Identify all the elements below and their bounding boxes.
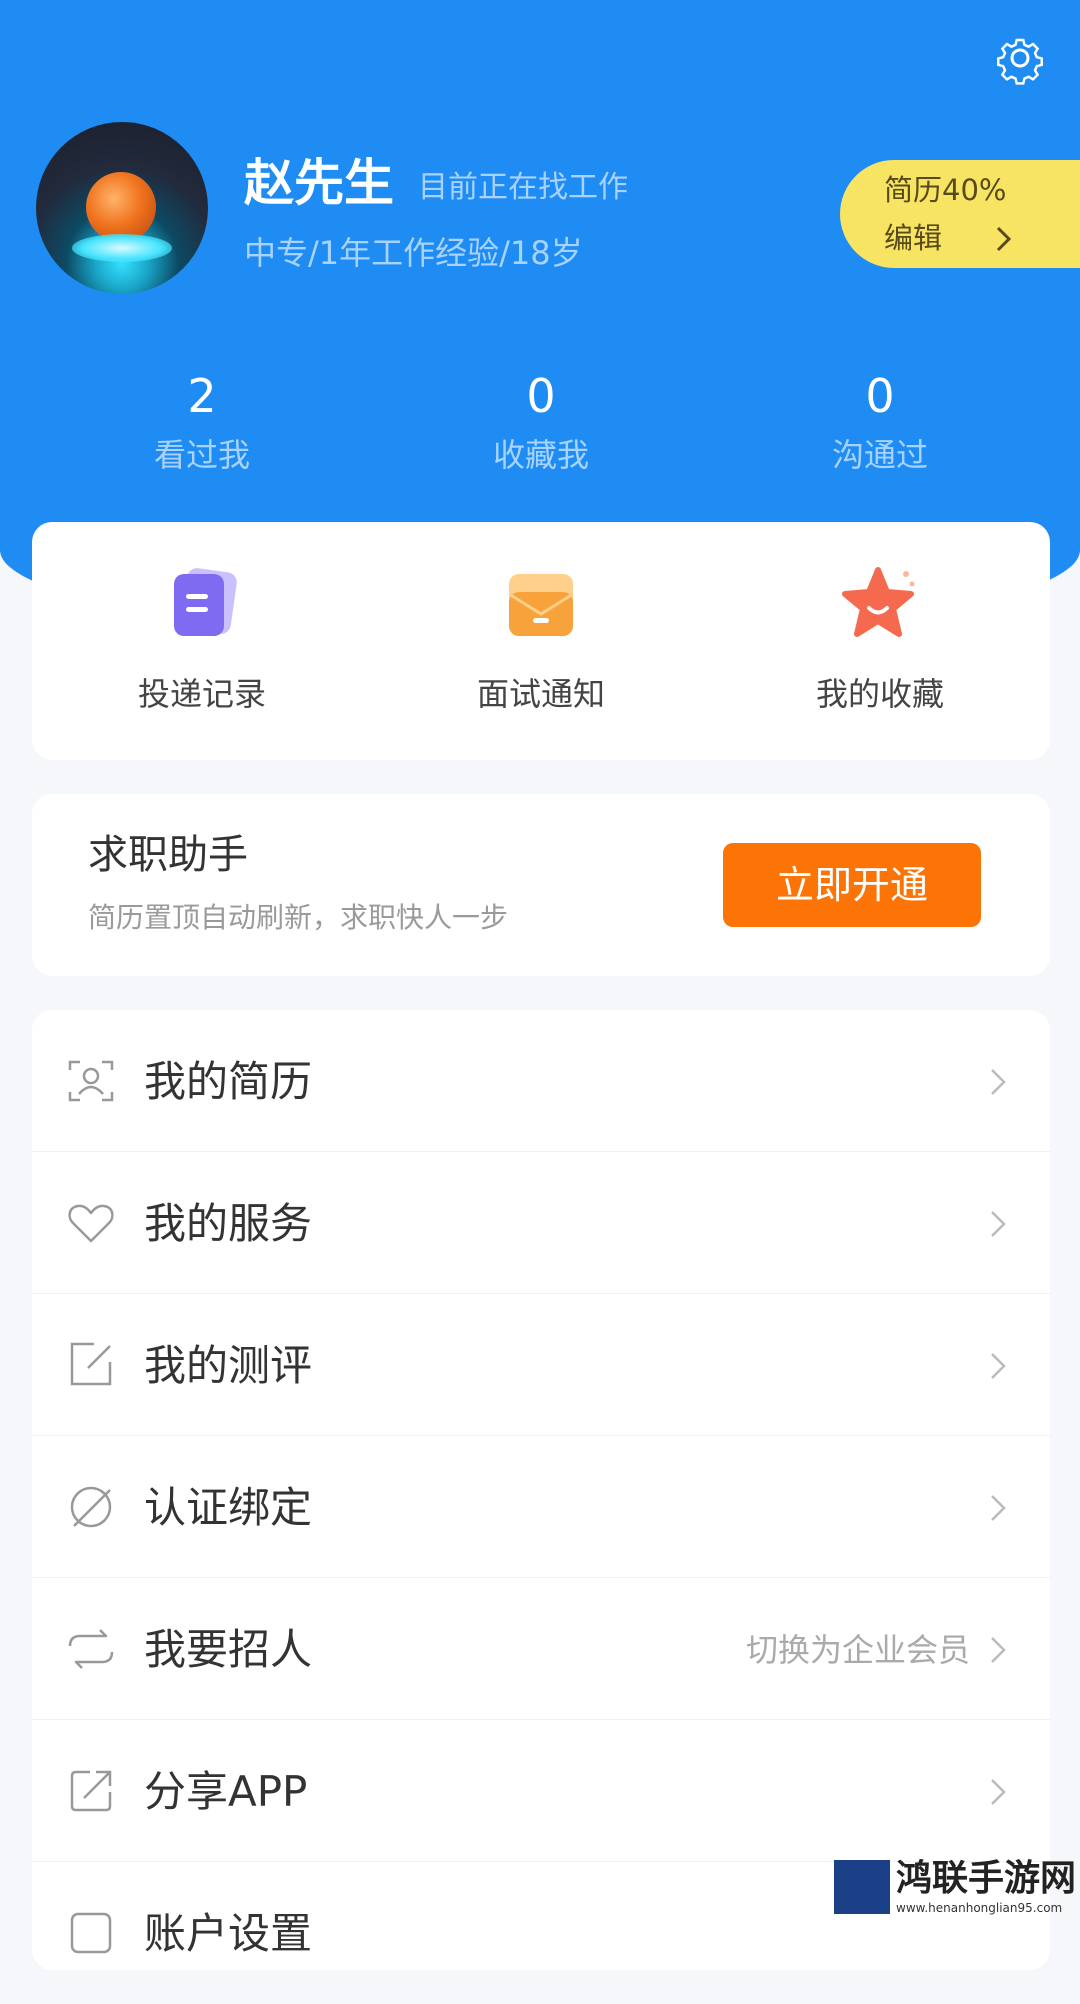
job-assistant-card: 求职助手 简历置顶自动刷新，求职快人一步 立即开通 xyxy=(32,794,1050,976)
chevron-right-icon xyxy=(996,226,1012,252)
quick-action-interview-notice[interactable]: 面试通知 xyxy=(401,522,681,760)
menu-item-value: 切换为企业会员 xyxy=(745,1631,970,1669)
stat-viewed-me[interactable]: 2 看过我 xyxy=(92,366,312,478)
resume-icon xyxy=(68,1060,114,1102)
menu-item-label: 我要招人 xyxy=(144,1625,313,1674)
quick-action-label: 我的收藏 xyxy=(815,675,944,713)
quick-actions-card: 投递记录 面试通知 我的收藏 xyxy=(32,522,1050,760)
user-name: 赵先生 xyxy=(244,154,394,212)
job-assistant-desc: 简历置顶自动刷新，求职快人一步 xyxy=(88,901,509,934)
watermark-url: www.henanhonglian95.com xyxy=(896,1901,1063,1915)
chevron-right-icon xyxy=(991,1211,1006,1237)
account-settings-icon xyxy=(70,1912,112,1954)
menu-item-label: 分享APP xyxy=(144,1767,308,1816)
menu-item-verification[interactable]: 认证绑定 xyxy=(32,1436,1050,1578)
share-icon xyxy=(70,1770,112,1812)
menu-item-my-services[interactable]: 我的服务 xyxy=(32,1152,1050,1294)
verify-icon xyxy=(70,1486,112,1528)
avatar[interactable] xyxy=(36,122,208,294)
resume-completion: 简历40% xyxy=(884,173,1007,207)
menu-item-label: 认证绑定 xyxy=(144,1483,313,1532)
chevron-right-icon xyxy=(991,1637,1006,1663)
menu-list: 我的简历 我的服务 我的测评 认证绑定 我要招人 切换为企业会员 分享APP 账… xyxy=(32,1010,1050,1970)
chevron-right-icon xyxy=(991,1495,1006,1521)
quick-action-label: 投递记录 xyxy=(137,675,266,713)
stat-value: 0 xyxy=(865,369,895,423)
stat-label: 沟通过 xyxy=(831,436,928,474)
avatar-photo-glow xyxy=(72,234,172,262)
chevron-right-icon xyxy=(991,1779,1006,1805)
stat-value: 0 xyxy=(526,369,556,423)
stat-contacted[interactable]: 0 沟通过 xyxy=(770,366,990,478)
quick-action-favorites[interactable]: 我的收藏 xyxy=(740,522,1020,760)
switch-icon xyxy=(68,1629,114,1669)
job-status: 目前正在找工作 xyxy=(418,170,628,205)
watermark-emblem xyxy=(834,1860,890,1914)
watermark-text: 鸿联手游网 xyxy=(896,1857,1077,1899)
menu-item-label: 我的简历 xyxy=(144,1057,313,1106)
chevron-right-icon xyxy=(991,1353,1006,1379)
settings-gear-icon[interactable] xyxy=(992,30,1048,86)
job-assistant-title: 求职助手 xyxy=(88,832,248,878)
chevron-right-icon xyxy=(991,1069,1006,1095)
menu-item-share-app[interactable]: 分享APP xyxy=(32,1720,1050,1862)
stat-value: 2 xyxy=(187,369,217,423)
stat-favorited-me[interactable]: 0 收藏我 xyxy=(431,366,651,478)
activate-now-button[interactable]: 立即开通 xyxy=(723,843,981,927)
document-icon xyxy=(174,568,237,636)
star-icon xyxy=(842,567,915,637)
menu-item-label: 账户设置 xyxy=(144,1909,313,1958)
menu-item-my-resume[interactable]: 我的简历 xyxy=(32,1010,1050,1152)
envelope-icon xyxy=(508,574,574,636)
menu-item-recruit[interactable]: 我要招人 切换为企业会员 xyxy=(32,1578,1050,1720)
quick-action-applications[interactable]: 投递记录 xyxy=(62,522,342,760)
edit-icon xyxy=(70,1342,112,1386)
resume-edit-label: 编辑 xyxy=(884,221,943,255)
menu-item-my-assessment[interactable]: 我的测评 xyxy=(32,1294,1050,1436)
menu-item-label: 我的服务 xyxy=(144,1199,313,1248)
quick-action-label: 面试通知 xyxy=(476,675,605,713)
menu-item-label: 我的测评 xyxy=(144,1341,313,1390)
avatar-photo-ball xyxy=(86,172,156,242)
stat-label: 看过我 xyxy=(153,436,250,474)
stat-label: 收藏我 xyxy=(492,436,589,474)
watermark-logo: 鸿联手游网 www.henanhonglian95.com xyxy=(830,1854,1080,1920)
user-info: 中专/1年工作经验/18岁 xyxy=(244,234,583,272)
heart-icon xyxy=(68,1204,114,1243)
